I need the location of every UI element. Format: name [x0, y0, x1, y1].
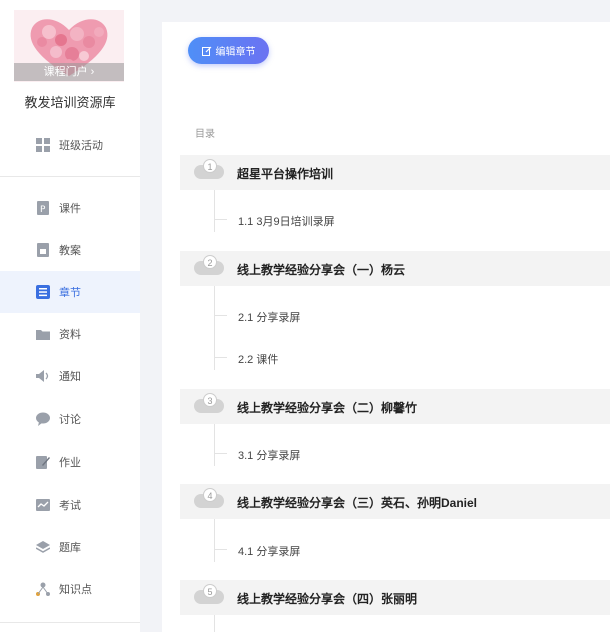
sidebar-item-discussion[interactable]: 讨论 [0, 398, 140, 440]
folder-icon [36, 330, 50, 340]
sidebar-item-courseware[interactable]: P 课件 [0, 187, 140, 229]
sidebar-item-exam[interactable]: 考试 [0, 484, 140, 526]
tree-branch [214, 315, 227, 316]
sidebar-item-label: 班级活动 [59, 140, 103, 152]
edit-chapter-label: 编辑章节 [215, 47, 256, 58]
sidebar-item-label: 知识点 [59, 584, 92, 596]
chapter-number: 4 [203, 488, 217, 502]
chapter-number: 3 [203, 393, 217, 407]
section-title[interactable]: 2.2 课件 [238, 351, 278, 367]
speaker-icon [36, 370, 49, 382]
sidebar: 课程门户 › 教发培训资源库 班级活动 P 课件 教案 章节 资料 通知 讨论 … [0, 0, 140, 632]
sidebar-item-materials[interactable]: 资料 [0, 313, 140, 355]
list-icon [36, 285, 50, 299]
edit-icon [201, 46, 211, 56]
sidebar-item-label: 课件 [59, 203, 81, 215]
chapter-tree-line [214, 519, 215, 562]
sidebar-item-notices[interactable]: 通知 [0, 355, 140, 397]
layers-icon [36, 541, 50, 553]
sidebar-item-label: 讨论 [59, 414, 81, 426]
top-bar [140, 0, 610, 18]
sidebar-item-label: 考试 [59, 500, 81, 512]
course-title: 教发培训资源库 [24, 95, 116, 110]
tree-branch [214, 453, 227, 454]
chapter-title[interactable]: 线上教学经验分享会（四）张丽明 [237, 590, 417, 607]
chapter-tree-line [214, 190, 215, 232]
section-title[interactable]: 1.1 3月9日培训录屏 [238, 213, 335, 229]
sidebar-item-label: 章节 [59, 287, 81, 299]
chapter-row[interactable]: 3 线上教学经验分享会（二）柳馨竹 [180, 389, 610, 424]
edit-chapter-button[interactable]: 编辑章节 [188, 37, 269, 64]
sidebar-item-question-bank[interactable]: 题库 [0, 526, 140, 568]
sidebar-item-label: 题库 [59, 542, 81, 554]
knowledge-graph-icon [36, 582, 50, 596]
sidebar-item-class-activity[interactable]: 班级活动 [0, 124, 140, 166]
toc-label: 目录 [195, 129, 215, 140]
main-panel [162, 22, 610, 632]
sidebar-divider [0, 622, 140, 623]
lesson-plan-icon [37, 243, 49, 257]
exam-icon [36, 499, 50, 511]
chapter-row[interactable]: 2 线上教学经验分享会（一）杨云 [180, 251, 610, 286]
sidebar-divider [0, 176, 140, 177]
tree-branch [214, 357, 227, 358]
chat-bubble-icon [36, 412, 50, 426]
grid-icon [36, 138, 50, 152]
section-title[interactable]: 2.1 分享录屏 [238, 309, 300, 325]
chapter-row[interactable]: 5 线上教学经验分享会（四）张丽明 [180, 580, 610, 615]
sidebar-item-knowledge-points[interactable]: 知识点 [0, 568, 140, 610]
sidebar-item-homework[interactable]: 作业 [0, 441, 140, 483]
chapter-row[interactable]: 4 线上教学经验分享会（三）英石、孙明Daniel [180, 484, 610, 519]
chapter-tree-line [214, 424, 215, 466]
chapter-title[interactable]: 线上教学经验分享会（二）柳馨竹 [237, 399, 417, 416]
tree-branch [214, 219, 227, 220]
section-title[interactable]: 3.1 分享录屏 [238, 447, 300, 463]
sidebar-item-lesson-plan[interactable]: 教案 [0, 229, 140, 271]
sidebar-item-chapters[interactable]: 章节 [0, 271, 140, 313]
chapter-number: 5 [203, 584, 217, 598]
sidebar-item-label: 作业 [59, 457, 81, 469]
section-title[interactable]: 4.1 分享录屏 [238, 543, 300, 559]
chapter-number: 1 [203, 159, 217, 173]
course-portal-link[interactable]: 课程门户 › [14, 63, 124, 81]
ppt-file-icon: P [37, 201, 49, 215]
chapter-title[interactable]: 线上教学经验分享会（一）杨云 [237, 261, 405, 278]
chapter-title[interactable]: 超星平台操作培训 [237, 165, 333, 182]
sidebar-item-label: 资料 [59, 329, 81, 341]
sidebar-item-label: 教案 [59, 245, 81, 257]
chapter-tree-line [214, 615, 215, 632]
chapter-row[interactable]: 1 超星平台操作培训 [180, 155, 610, 190]
svg-text:P: P [40, 205, 46, 215]
chapter-title[interactable]: 线上教学经验分享会（三）英石、孙明Daniel [237, 494, 477, 511]
sidebar-item-label: 通知 [59, 371, 81, 383]
chapter-number: 2 [203, 255, 217, 269]
tree-branch [214, 549, 227, 550]
edit-document-icon [36, 456, 50, 469]
